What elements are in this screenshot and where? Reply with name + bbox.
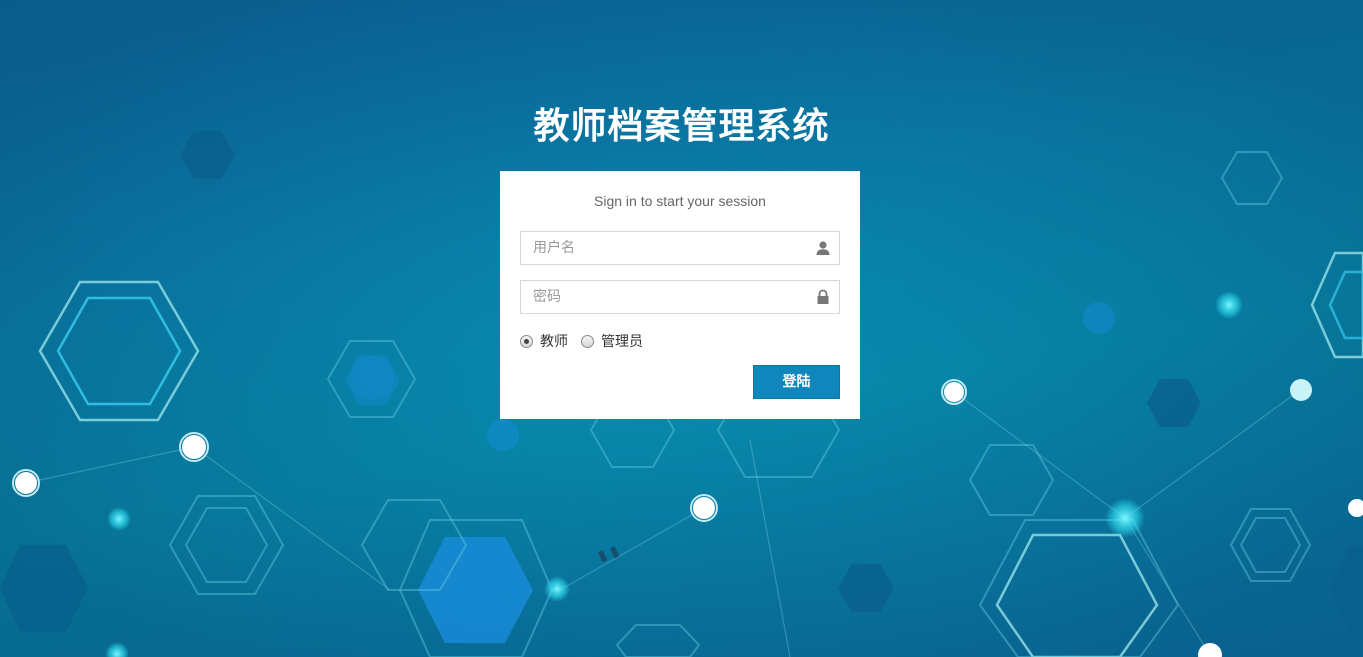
password-field[interactable] (520, 280, 840, 314)
password-input[interactable] (521, 281, 813, 313)
role-radio-admin[interactable] (581, 334, 594, 348)
user-icon (815, 240, 831, 256)
page-title: 教师档案管理系统 (533, 106, 830, 147)
username-input[interactable] (521, 232, 813, 264)
role-option-admin[interactable]: 管理员 (581, 331, 643, 351)
login-button[interactable]: 登陆 (753, 365, 840, 399)
lock-icon (815, 289, 831, 305)
login-box: Sign in to start your session 用户名 教师 管理员… (500, 171, 860, 419)
role-label-admin: 管理员 (601, 334, 643, 350)
role-radio-teacher[interactable] (520, 334, 533, 348)
login-box-message: Sign in to start your session (594, 193, 766, 209)
username-field[interactable] (520, 231, 840, 265)
login-page: 教师档案管理系统 Sign in to start your session 用… (0, 0, 1363, 657)
role-selector: 教师 管理员 (520, 331, 656, 351)
role-label-teacher: 教师 (540, 334, 568, 350)
role-option-teacher[interactable]: 教师 (520, 331, 568, 351)
